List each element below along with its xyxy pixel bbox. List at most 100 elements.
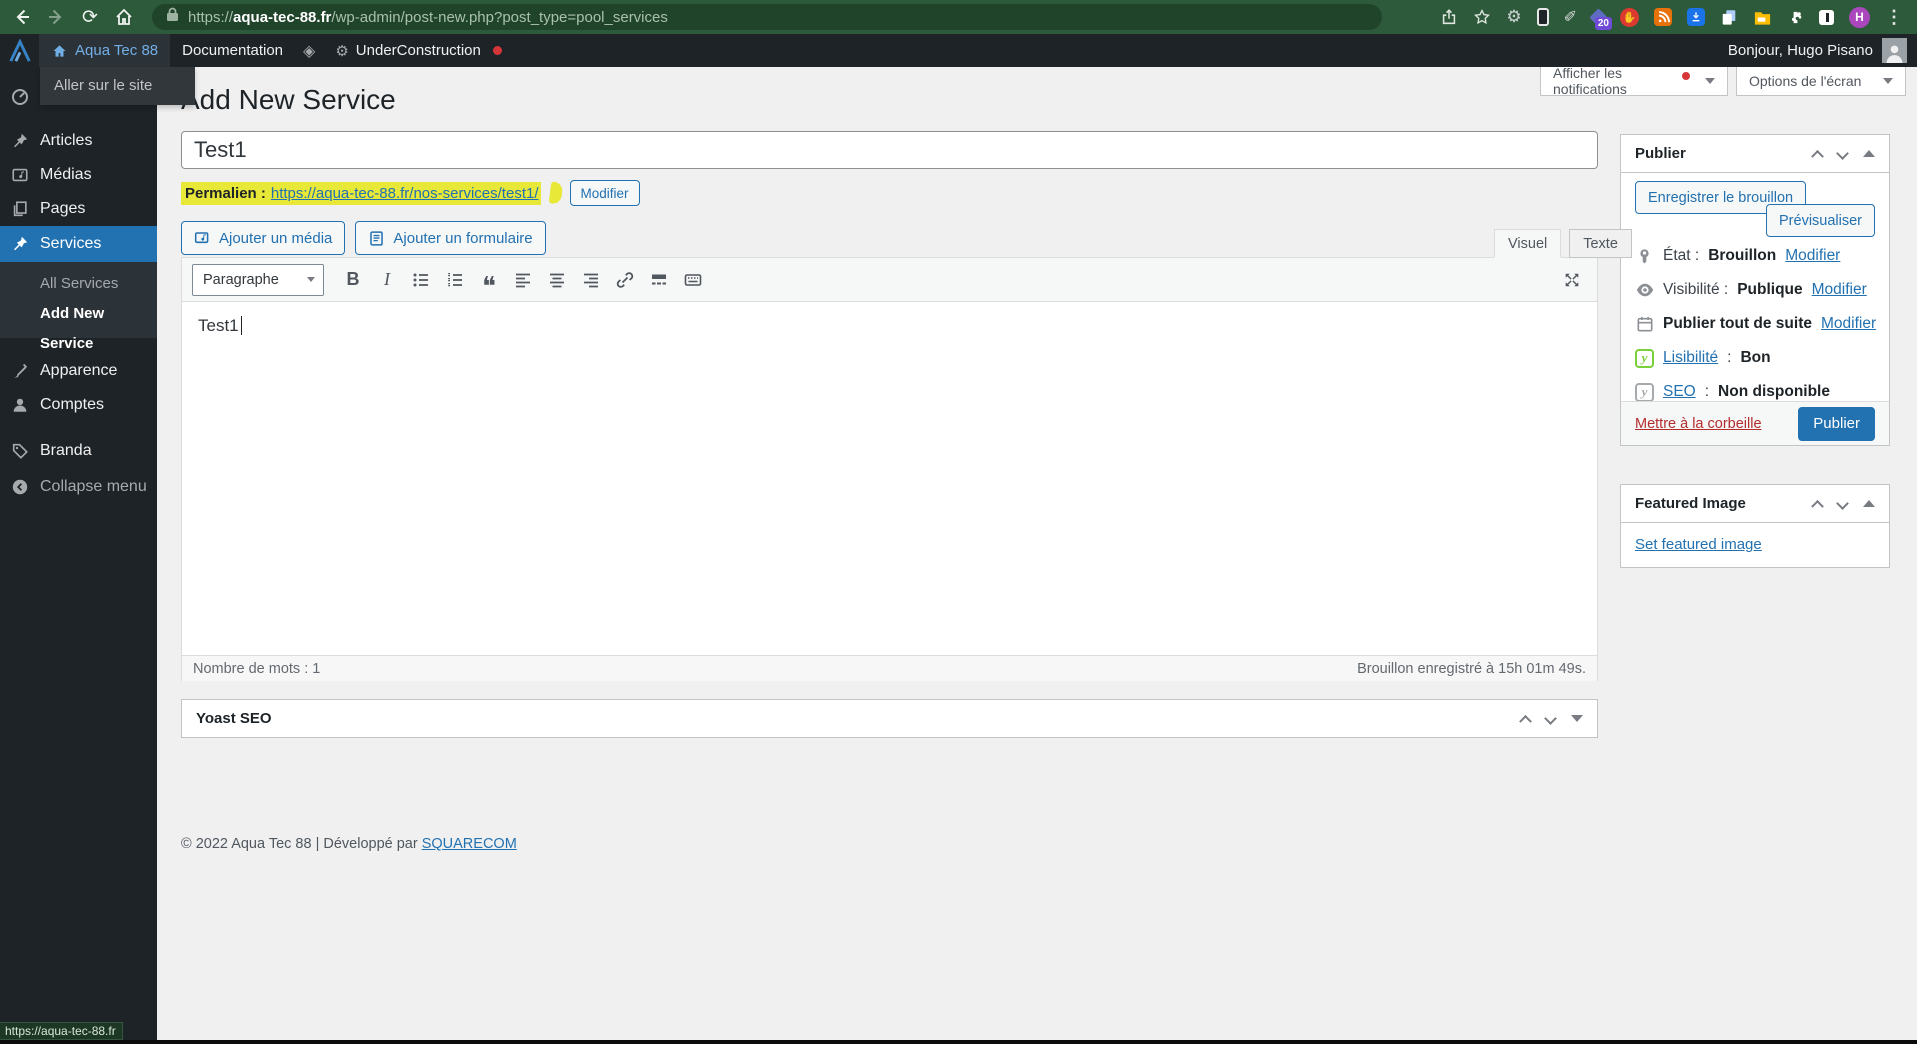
move-down-icon[interactable]: [1836, 497, 1849, 510]
gem-icon[interactable]: ◈: [295, 34, 323, 67]
rss-icon[interactable]: [1654, 8, 1672, 26]
sidebar-label: Articles: [40, 132, 93, 149]
format-select[interactable]: Paragraphe: [192, 263, 324, 296]
sidebar-item-apparence[interactable]: Apparence: [0, 354, 157, 388]
move-up-icon[interactable]: [1519, 714, 1532, 728]
address-bar[interactable]: https://aqua-tec-88.fr/wp-admin/post-new…: [152, 4, 1382, 30]
download-icon[interactable]: [1687, 8, 1705, 26]
home-icon[interactable]: [110, 3, 138, 31]
publish-button[interactable]: Publier: [1798, 406, 1875, 441]
featured-image-header[interactable]: Featured Image: [1621, 485, 1889, 523]
tab-manager-icon[interactable]: [1819, 9, 1834, 25]
bold-button[interactable]: B: [338, 265, 368, 295]
dashboard-gauge-icon: [10, 86, 30, 106]
aquatec-logo-icon[interactable]: [0, 34, 39, 67]
extensions-puzzle-icon[interactable]: [1787, 9, 1804, 26]
reload-icon[interactable]: ⟳: [76, 3, 104, 31]
move-down-icon[interactable]: [1544, 712, 1557, 725]
more-tag-button[interactable]: [644, 265, 674, 295]
move-up-icon[interactable]: [1811, 149, 1824, 163]
pen-extension-icon[interactable]: ✐: [1564, 7, 1577, 27]
move-up-icon[interactable]: [1811, 499, 1824, 513]
media-icon: [194, 231, 209, 243]
underconstruction-label: UnderConstruction: [355, 42, 481, 59]
align-right-button[interactable]: [576, 265, 606, 295]
admin-bar-documentation[interactable]: Documentation: [170, 34, 295, 67]
add-form-button[interactable]: Ajouter un formulaire: [355, 221, 546, 255]
preview-button[interactable]: Prévisualiser: [1766, 204, 1875, 237]
gear-extension-icon[interactable]: ⚙: [1506, 7, 1521, 27]
numbered-list-button[interactable]: [440, 265, 470, 295]
status-dot: [492, 46, 502, 55]
editor-statusbar: Nombre de mots : 1 Brouillon enregistré …: [182, 655, 1597, 681]
sidebar-collapse-menu[interactable]: Collapse menu: [0, 470, 157, 504]
screen-options-tab[interactable]: Options de l'écran: [1736, 67, 1906, 96]
permalink-edit-button[interactable]: Modifier: [569, 180, 640, 206]
media-icon: [10, 166, 30, 184]
bookmark-star-icon[interactable]: [1473, 8, 1491, 26]
yoast-title: Yoast SEO: [196, 710, 272, 727]
sidebar-item-medias[interactable]: Médias: [0, 158, 157, 192]
notifications-label: Afficher les notifications: [1553, 65, 1627, 97]
admin-bar-account[interactable]: Bonjour, Hugo Pisano: [1728, 38, 1917, 63]
diamond-extension-icon[interactable]: 20: [1589, 7, 1612, 30]
notifications-tab[interactable]: Afficher les notifications: [1540, 65, 1728, 97]
sidebar-item-articles[interactable]: Articles: [0, 124, 157, 158]
featured-image-box: Featured Image Set featured image: [1620, 484, 1890, 568]
add-media-button[interactable]: Ajouter un média: [181, 221, 346, 255]
link-status-tooltip: https://aqua-tec-88.fr: [0, 1022, 123, 1040]
forward-icon[interactable]: [42, 3, 70, 31]
bullet-list-button[interactable]: [406, 265, 436, 295]
schedule-row: Publier tout de suite Modifier: [1621, 307, 1889, 341]
move-to-trash-link[interactable]: Mettre à la corbeille: [1635, 416, 1762, 432]
footer-developer-link[interactable]: SQUARECOM: [422, 836, 517, 852]
tab-text[interactable]: Texte: [1569, 229, 1632, 258]
screen: ⟳ https://aqua-tec-88.fr/wp-admin/post-n…: [0, 0, 1917, 1044]
device-extension-icon[interactable]: [1536, 8, 1549, 26]
visual-editor: Paragraphe B I ❝ Test1 Nombre de mots: …: [181, 257, 1598, 681]
edit-schedule-link[interactable]: Modifier: [1821, 315, 1876, 333]
toolbar-toggle-button[interactable]: [678, 265, 708, 295]
admin-bar-underconstruction[interactable]: ⚙ UnderConstruction: [323, 34, 514, 67]
toggle-panel-icon[interactable]: [1571, 715, 1583, 722]
sidebar-item-services[interactable]: Services: [0, 226, 157, 262]
editor-content[interactable]: Test1: [182, 302, 1597, 655]
editor-text: Test1: [198, 316, 239, 335]
sidebar-item-branda[interactable]: Branda: [0, 434, 157, 468]
admin-bar-site-name[interactable]: Aqua Tec 88: [39, 34, 171, 67]
user-icon: [10, 396, 30, 414]
back-icon[interactable]: [8, 3, 36, 31]
permalink-link[interactable]: https://aqua-tec-88.fr/nos-services/test…: [271, 185, 539, 202]
blockquote-button[interactable]: ❝: [474, 265, 504, 299]
readability-link[interactable]: Lisibilité: [1663, 349, 1718, 367]
align-center-button[interactable]: [542, 265, 572, 295]
permalink-row: Permalien : https://aqua-tec-88.fr/nos-s…: [181, 179, 640, 207]
toggle-panel-icon[interactable]: [1863, 150, 1875, 157]
seo-link[interactable]: SEO: [1663, 383, 1696, 401]
edit-status-link[interactable]: Modifier: [1785, 247, 1840, 265]
sidebar-item-all-services[interactable]: All Services: [0, 269, 157, 299]
italic-button[interactable]: I: [372, 265, 402, 295]
tab-visual[interactable]: Visuel: [1494, 229, 1562, 258]
folder-icon[interactable]: [1753, 8, 1772, 27]
copy-pages-icon[interactable]: [1720, 8, 1738, 26]
share-icon[interactable]: [1440, 8, 1458, 26]
set-featured-image-link[interactable]: Set featured image: [1635, 536, 1762, 553]
link-button[interactable]: [610, 265, 640, 295]
sidebar-item-add-new-service[interactable]: Add New Service: [0, 299, 157, 352]
sidebar-item-comptes[interactable]: Comptes: [0, 388, 157, 422]
edit-visibility-link[interactable]: Modifier: [1812, 281, 1867, 299]
browser-menu-icon[interactable]: ⋮: [1885, 7, 1903, 28]
media-buttons-row: Ajouter un média Ajouter un formulaire: [181, 221, 546, 255]
move-down-icon[interactable]: [1836, 147, 1849, 160]
toggle-panel-icon[interactable]: [1863, 500, 1875, 507]
fullscreen-icon[interactable]: [1557, 265, 1587, 295]
blocker-hand-icon[interactable]: ✋: [1620, 7, 1639, 27]
post-title-input[interactable]: [181, 131, 1598, 169]
dropdown-item-visit-site[interactable]: Aller sur le site: [54, 77, 152, 94]
sidebar-item-pages[interactable]: Pages: [0, 192, 157, 226]
visibility-row: Visibilité : Publique Modifier: [1621, 273, 1889, 307]
browser-profile-avatar[interactable]: H: [1849, 6, 1870, 28]
align-left-button[interactable]: [508, 265, 538, 295]
publish-box-header[interactable]: Publier: [1621, 135, 1889, 173]
